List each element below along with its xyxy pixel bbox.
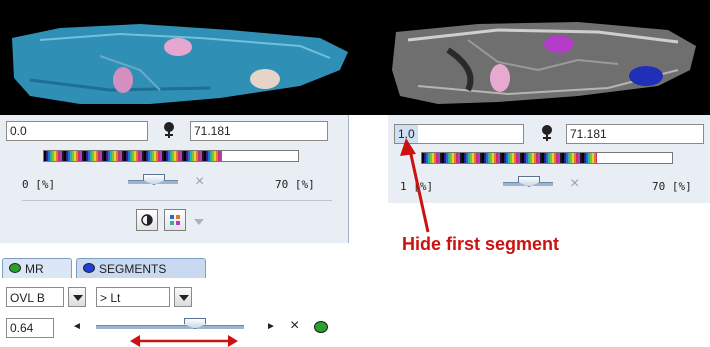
right-range-close-icon[interactable]: × xyxy=(570,175,579,193)
tab-segments[interactable]: SEGMENTS xyxy=(76,258,206,278)
right-grayscale-image xyxy=(378,0,710,115)
contrast-icon[interactable] xyxy=(136,209,158,231)
left-thermometer-icon[interactable] xyxy=(162,121,176,139)
threshold-slider-track[interactable] xyxy=(96,325,244,329)
threshold-decrease-icon[interactable]: ◄ xyxy=(72,321,82,332)
slider-drag-arrow xyxy=(130,335,238,347)
left-min-value-field[interactable]: 0.0 xyxy=(6,121,148,141)
tab-mr[interactable]: MR xyxy=(2,258,72,278)
right-lut-bar[interactable] xyxy=(421,152,673,164)
left-range-right-label: 70 [%] xyxy=(275,178,315,191)
left-max-value-field[interactable]: 71.181 xyxy=(190,121,328,141)
left-lut-bar[interactable] xyxy=(43,150,299,162)
segment-remove-icon[interactable]: × xyxy=(290,317,299,335)
right-thermometer-icon[interactable] xyxy=(540,124,554,142)
operator-select[interactable]: > Lt xyxy=(96,287,170,307)
left-range-left-label: 0 [%] xyxy=(22,178,56,191)
left-divider xyxy=(22,200,332,201)
left-overlay-image xyxy=(0,0,378,115)
right-lut-fill xyxy=(422,153,597,163)
right-image-viewer[interactable] xyxy=(378,0,710,115)
right-range-right-label: 70 [%] xyxy=(652,180,692,193)
mr-dot-icon xyxy=(9,263,21,273)
segments-dot-icon xyxy=(83,263,95,273)
tab-segments-label: SEGMENTS xyxy=(99,262,167,276)
threshold-increase-icon[interactable]: ► xyxy=(266,321,276,332)
annotation-text: Hide first segment xyxy=(402,234,560,254)
tab-mr-label: MR xyxy=(25,262,44,276)
segment-select-dropdown-button[interactable] xyxy=(68,287,86,307)
more-chevron-down-icon[interactable] xyxy=(194,219,204,225)
left-image-viewer[interactable] xyxy=(0,0,378,115)
threshold-value-field[interactable]: 0.64 xyxy=(6,318,54,338)
overlay-icon[interactable] xyxy=(164,209,186,231)
segment-select[interactable]: OVL B xyxy=(6,287,64,307)
right-max-value-field[interactable]: 71.181 xyxy=(566,124,704,144)
annotation-arrow xyxy=(400,138,430,233)
operator-select-dropdown-button[interactable] xyxy=(174,287,192,307)
left-range-close-icon[interactable]: × xyxy=(195,173,204,191)
segment-status-green-dot-icon xyxy=(314,321,328,333)
left-lut-fill xyxy=(44,151,222,161)
